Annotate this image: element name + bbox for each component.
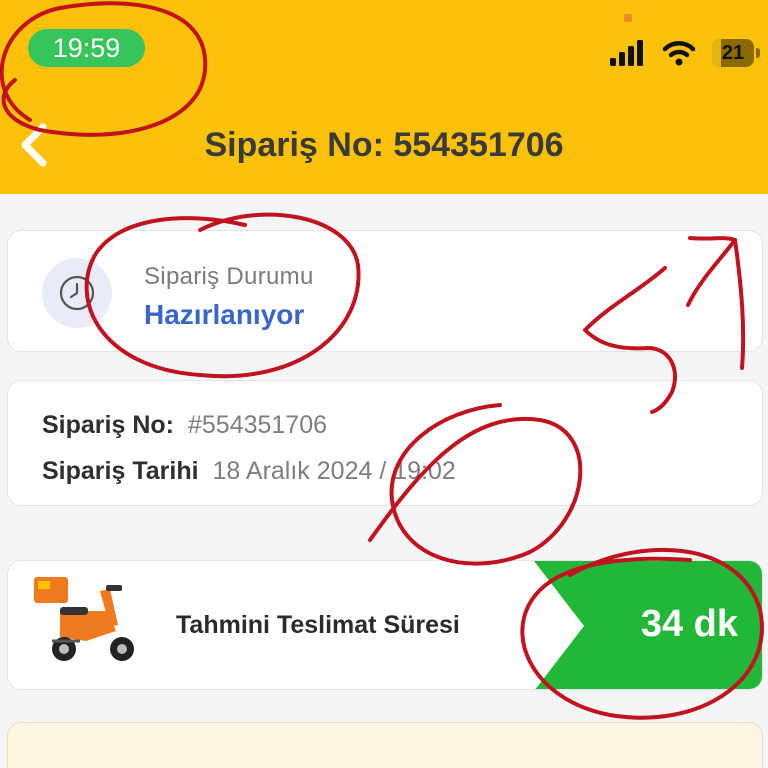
order-info-card: Sipariş No: #554351706 Sipariş Tarihi 18…	[7, 380, 763, 506]
order-date-value: 18 Aralık 2024 / 19:02	[212, 457, 456, 485]
delivery-eta-value: 34 dk	[640, 603, 738, 645]
battery-fill	[712, 39, 721, 67]
order-date-label: Sipariş Tarihi	[42, 457, 199, 485]
order-status-label: Sipariş Durumu	[144, 263, 314, 290]
info-banner-card	[7, 722, 763, 768]
recording-indicator	[624, 14, 632, 22]
order-number-row: Sipariş No: #554351706	[42, 411, 327, 440]
order-number-value: #554351706	[187, 411, 328, 439]
scooter-icon	[34, 577, 134, 661]
order-date-row: Sipariş Tarihi 18 Aralık 2024 / 19:02	[42, 457, 456, 486]
battery-icon: 21	[712, 39, 760, 67]
order-status-card: Sipariş Durumu Hazırlanıyor	[7, 230, 763, 352]
battery-level: 21	[721, 42, 745, 64]
signal-icon	[610, 40, 643, 66]
page-title: Sipariş No: 554351706	[204, 126, 564, 164]
order-status-value: Hazırlanıyor	[144, 299, 305, 330]
clock-icon-container	[42, 258, 112, 328]
delivery-eta-label: Tahmini Teslimat Süresi	[176, 611, 460, 639]
order-number-label: Sipariş No:	[42, 411, 174, 439]
delivery-eta-card: Tahmini Teslimat Süresi 34 dk	[7, 560, 763, 690]
status-icons: 21	[610, 36, 760, 70]
status-time: 19:59	[28, 29, 145, 67]
wifi-icon	[662, 41, 696, 66]
clock-icon	[59, 275, 95, 311]
header-bar: 19:59 21 Sipariş No: 554351706	[0, 0, 768, 194]
